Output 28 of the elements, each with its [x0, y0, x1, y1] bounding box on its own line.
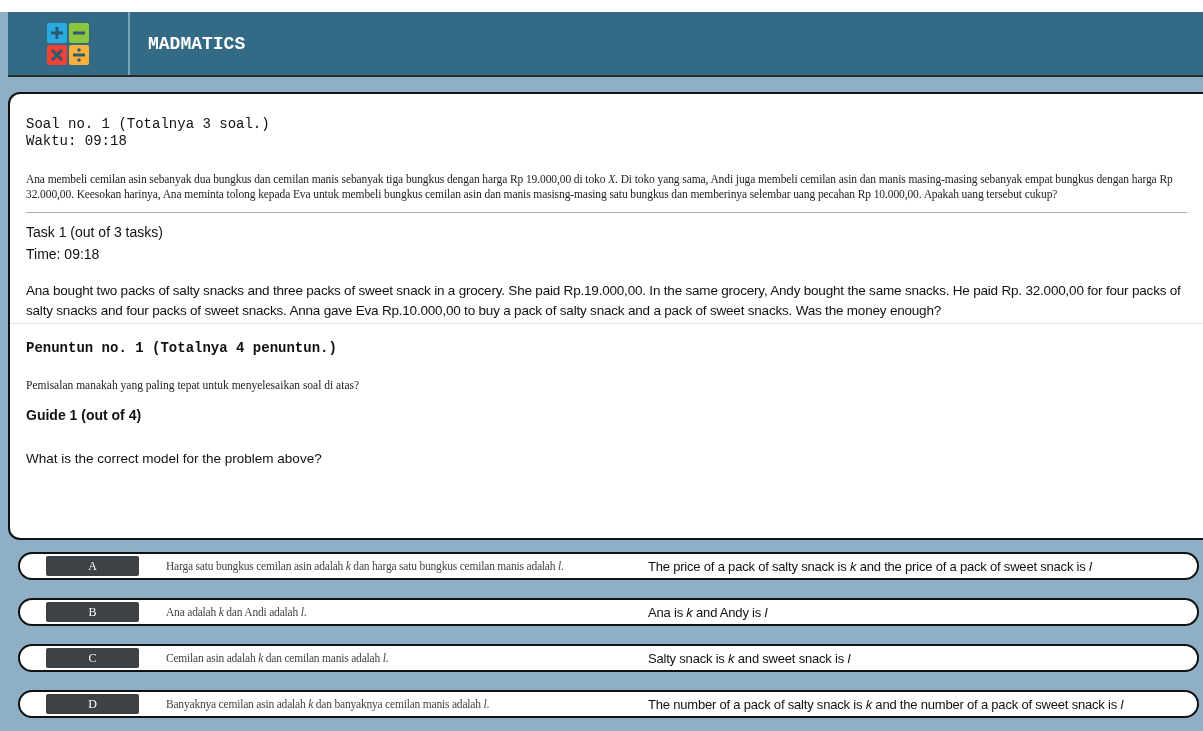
task-heading: Task 1 (out of 3 tasks) [26, 223, 164, 242]
option-text: Ana adalah k dan Andi adalah l. [166, 606, 308, 618]
option-text: The price of a pack of salty snack is k and the price of a pack of sweet snack is l [648, 558, 1092, 574]
question-heading: Soal no. 1 (Totalnya 3 soal.) [26, 116, 271, 133]
option-letter-button[interactable]: A [46, 556, 139, 576]
option-letter-button[interactable]: B [46, 602, 139, 622]
guide-text: Pemisalan manakah yang paling tepat untuk menyelesaikan soal di atas? [26, 379, 361, 391]
answer-option[interactable]: B Ana adalah k dan Andi adalah l. Ana is k and Andy is l [18, 598, 1199, 626]
option-letter-button[interactable]: D [46, 694, 139, 714]
guide-heading: Penuntun no. 1 (Totalnya 4 penuntun.) [26, 340, 338, 357]
answer-option[interactable]: C Cemilan asin adalah k dan cemilan manis adalah l. Salty snack is k and sweet snack is l [18, 644, 1199, 672]
guide-heading: Guide 1 (out of 4) [26, 407, 143, 423]
option-letter-button[interactable]: C [46, 648, 139, 668]
question-text: Ana bought two packs of salty snacks and three packs of sweet snack in a grocery. She paid Rp.19.000,00. In the same grocery, Andy bought the same snacks. He paid Rp. 32.000,00 for four packs of salty snacks and four packs of sweet snacks. Anna gave Eva Rp.10.000,00 to buy a pack of salty snack and a pack of sweet snacks. Was the money enough? [26, 282, 1182, 320]
timer-text: Waktu: 09:18 [26, 133, 128, 150]
answer-option[interactable]: D Banyaknya cemilan asin adalah k dan banyaknya cemilan manis adalah l. The number of a pack of salty snack is k and the number of a pack of sweet snack is l [18, 690, 1199, 718]
answer-option[interactable]: A Harga satu bungkus cemilan asin adalah k dan harga satu bungkus cemilan manis adalah l. The price of a pack of salty snack is k and the price of a pack of sweet snack is l [18, 552, 1199, 580]
option-text: Harga satu bungkus cemilan asin adalah k dan harga satu bungkus cemilan manis adalah l. [166, 560, 565, 572]
option-text: Banyaknya cemilan asin adalah k dan banyaknya cemilan manis adalah l. [166, 698, 491, 710]
app-title: MADMATICS [147, 32, 246, 56]
option-text: Salty snack is k and sweet snack is l [648, 650, 851, 666]
option-text: The number of a pack of salty snack is k and the number of a pack of sweet snack is l [648, 696, 1124, 712]
option-text: Cemilan asin adalah k dan cemilan manis adalah l. [166, 652, 390, 664]
question-text: Ana membeli cemilan asin sebanyak dua bungkus dan cemilan manis sebanyak tiga bungkus dengan harga Rp 19.000,00 di toko X. Di toko yang sama, Andi juga membeli cemilan asin dan manis masing-masing sebanyak empat bungkus dengan harga Rp 32.000,00. Keesokan harinya, Ana meminta tolong kepada Eva untuk membeli bungkus cemilan asin dan manis masisng-masing satu bungkus dan memberinya selembar uang pecahan Rp 10.000,00. Apakah uang tersebut cukup? [26, 172, 1174, 202]
calculator-logo-icon [47, 22, 89, 65]
guide-text: What is the correct model for the problem above? [26, 451, 323, 466]
option-text: Ana is k and Andy is l [648, 604, 768, 620]
timer-text: Time: 09:18 [26, 245, 101, 264]
